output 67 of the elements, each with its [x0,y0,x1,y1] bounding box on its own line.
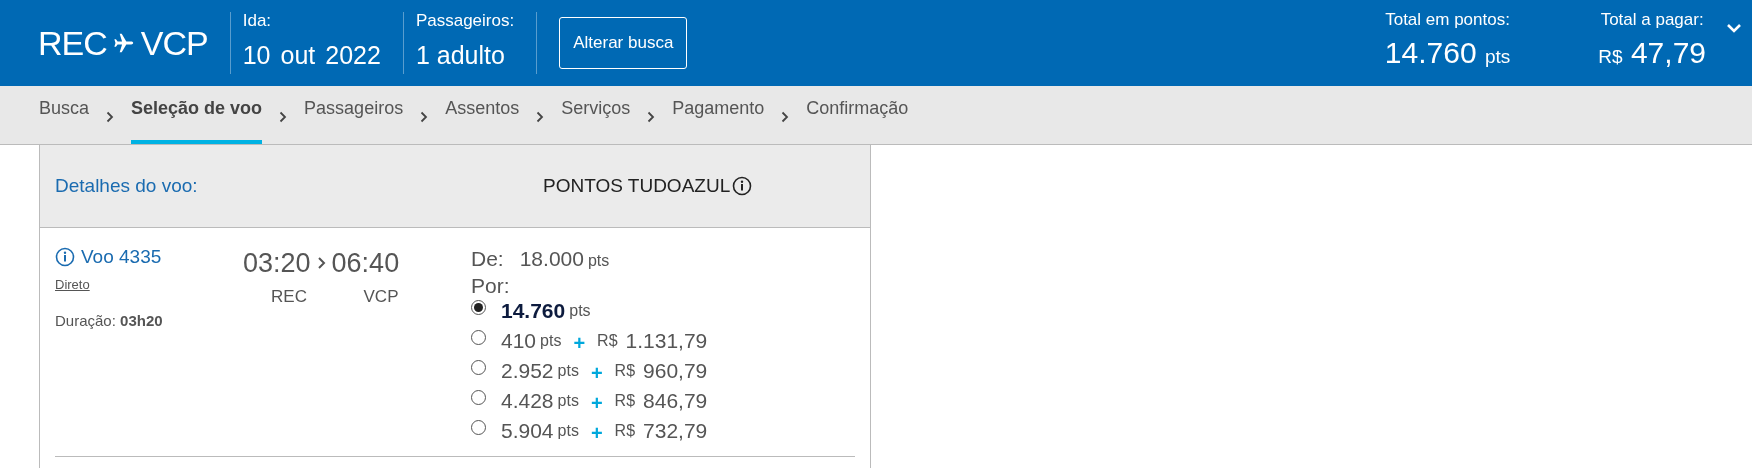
step-tab[interactable]: Busca [39,95,90,144]
plus-sign: + [590,420,603,446]
fare-column-title: PONTOS TUDOAZUL [543,173,731,198]
fare-points: 14.760 [501,297,566,324]
currency-label: R$ [597,330,618,351]
fare-points: 2.952 [501,357,554,384]
fare-points: 4.428 [501,387,554,414]
step-tab[interactable]: Pagamento [672,95,765,144]
points-unit: pts [557,420,579,441]
chevron-right-icon [647,111,656,123]
points-total-label: Total em pontos: [1384,11,1511,30]
chevron-right-icon [420,111,429,123]
for-label: Por: [471,274,511,296]
points-unit: pts [587,251,610,271]
points-unit: pts [557,390,579,411]
fare-amount: 732,79 [643,417,708,444]
fare-amount: 960,79 [643,357,708,384]
step-tab[interactable]: Passageiros [304,95,404,144]
chevron-down-icon[interactable] [1726,22,1742,34]
points-unit: pts [540,330,562,351]
fare-points: 5.904 [501,417,554,444]
fare-amount: 1.131,79 [625,327,708,354]
departure-airport: REC [270,285,308,308]
from-label: De: [471,246,504,272]
chevron-right-icon [536,111,545,123]
passengers-value: 1 adulto [415,39,506,71]
chevron-right-icon [106,111,115,123]
step-tab[interactable]: Confirmação [806,95,909,144]
plus-sign: + [590,360,603,386]
currency-label: R$ [614,360,636,381]
chevron-right-icon [279,111,288,123]
points-unit: pts [569,300,591,321]
flight-number-link[interactable]: Voo 4335 [55,243,243,272]
duration-value: 03h20 [120,311,163,329]
arrival-time: 06:40 [331,247,400,280]
details-label: Detalhes do voo: [55,173,199,198]
plus-sign: + [573,330,586,356]
pay-total-label: Total a pagar: [1599,11,1705,30]
pay-total-value: 47,79 [1630,35,1706,69]
departure-time: 03:20 [243,247,311,280]
date-text: out [280,40,316,69]
info-icon [732,176,753,196]
stops-link[interactable]: Direto [55,274,90,294]
chevron-right-icon [316,256,326,271]
destination-code: VCP [140,22,208,64]
step-tab[interactable]: Serviços [561,95,631,144]
passengers-label: Passageiros: [415,11,515,31]
points-unit: pts [1484,45,1511,67]
fare-points: 410 [501,327,537,354]
currency-label: R$ [614,390,636,411]
info-icon [55,247,75,268]
currency-label: R$ [1598,45,1623,67]
points-unit: pts [557,360,579,381]
step-tab[interactable]: Assentos [445,95,520,144]
date-text: 10 [242,40,271,69]
fare-amount: 846,79 [643,387,708,414]
change-search-button[interactable]: Alterar busca [559,17,688,69]
arrival-airport: VCP [362,285,400,308]
currency-label: R$ [614,420,636,441]
chevron-right-icon [781,111,790,123]
original-points: 18.000 [519,246,584,272]
date-text: 2022 [325,40,381,69]
points-total-value: 14.760 [1384,35,1477,69]
duration-label: Duração: [55,311,116,329]
plus-sign: + [590,390,603,416]
origin-code: REC [38,22,107,64]
date-label: Ida: [242,11,273,31]
